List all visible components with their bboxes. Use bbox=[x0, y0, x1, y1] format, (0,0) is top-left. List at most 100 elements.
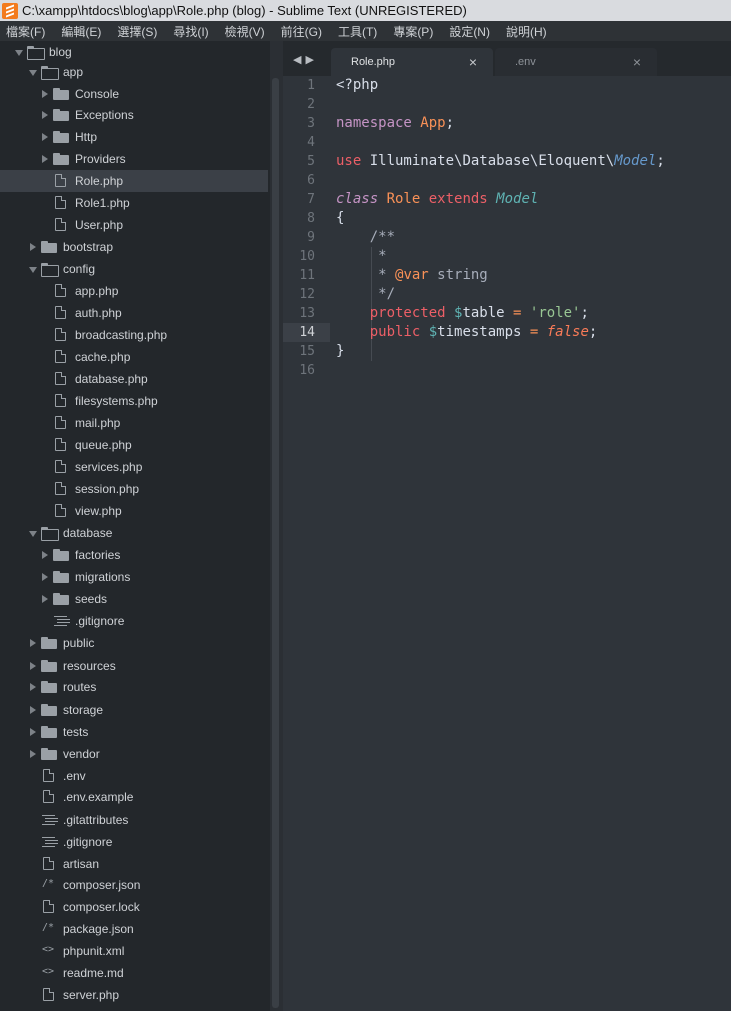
code-line[interactable]: 12 */ bbox=[283, 285, 731, 304]
tree-file[interactable]: services.php bbox=[0, 456, 268, 478]
tree-file[interactable]: /* composer.json bbox=[0, 874, 268, 896]
folder-icon bbox=[53, 109, 69, 121]
code-line[interactable]: 4 bbox=[283, 133, 731, 152]
tree-file[interactable]: database.php bbox=[0, 368, 268, 390]
chevron-right-icon[interactable] bbox=[28, 749, 38, 759]
tree-item-label: package.json bbox=[63, 922, 134, 936]
chevron-down-icon[interactable] bbox=[28, 264, 38, 274]
tree-folder[interactable]: Exceptions bbox=[0, 104, 268, 126]
code-line[interactable]: 16 bbox=[283, 361, 731, 380]
tree-file[interactable]: <> phpunit.xml bbox=[0, 940, 268, 962]
code-line[interactable]: 6 bbox=[283, 171, 731, 190]
tree-folder[interactable]: routes bbox=[0, 676, 268, 698]
chevron-right-icon[interactable] bbox=[40, 594, 50, 604]
code-line[interactable]: 7 class Role extends Model bbox=[283, 190, 731, 209]
chevron-right-icon[interactable] bbox=[28, 727, 38, 737]
code-line[interactable]: 2 bbox=[283, 95, 731, 114]
code-token: \ bbox=[605, 153, 615, 169]
tree-file[interactable]: view.php bbox=[0, 500, 268, 522]
tree-folder[interactable]: storage bbox=[0, 699, 268, 721]
menu-item[interactable]: 工具(T) bbox=[338, 23, 377, 40]
tree-file[interactable]: server.php bbox=[0, 984, 268, 1006]
tree-file[interactable]: .gitattributes bbox=[0, 809, 268, 831]
tree-file[interactable]: Role1.php bbox=[0, 192, 268, 214]
chevron-right-icon[interactable] bbox=[40, 110, 50, 120]
tree-file[interactable]: app.php bbox=[0, 280, 268, 302]
code-line[interactable]: 5 use Illuminate\Database\Eloquent\Model; bbox=[283, 152, 731, 171]
close-tab-icon[interactable]: × bbox=[633, 54, 641, 70]
tree-folder[interactable]: seeds bbox=[0, 588, 268, 610]
tree-folder[interactable]: config bbox=[0, 258, 268, 280]
menu-item[interactable]: 設定(N) bbox=[449, 23, 490, 40]
tree-file[interactable]: User.php bbox=[0, 214, 268, 236]
tree-file[interactable]: Role.php bbox=[0, 170, 268, 192]
tree-folder[interactable]: public bbox=[0, 632, 268, 654]
tree-folder[interactable]: Console bbox=[0, 83, 268, 105]
tree-file[interactable]: .gitignore bbox=[0, 831, 268, 853]
menu-item[interactable]: 檔案(F) bbox=[6, 23, 45, 40]
chevron-down-icon[interactable] bbox=[28, 528, 38, 538]
chevron-right-icon[interactable] bbox=[28, 661, 38, 671]
tree-file[interactable]: queue.php bbox=[0, 434, 268, 456]
menu-item[interactable]: 專案(P) bbox=[393, 23, 433, 40]
tree-file[interactable]: broadcasting.php bbox=[0, 324, 268, 346]
tab-inactive[interactable]: .env × bbox=[495, 48, 657, 76]
tree-file[interactable]: /* package.json bbox=[0, 918, 268, 940]
tree-file[interactable]: .env.example bbox=[0, 786, 268, 808]
tab-active[interactable]: Role.php × bbox=[331, 48, 493, 76]
menu-item[interactable]: 檢視(V) bbox=[225, 23, 265, 40]
tree-folder[interactable]: tests bbox=[0, 721, 268, 743]
tree-file[interactable]: composer.lock bbox=[0, 896, 268, 918]
chevron-right-icon[interactable] bbox=[40, 154, 50, 164]
sidebar-scrollbar[interactable] bbox=[272, 78, 279, 1008]
menu-item[interactable]: 編輯(E) bbox=[61, 23, 101, 40]
code-line[interactable]: 14 public $timestamps = false; bbox=[283, 323, 731, 342]
menu-item[interactable]: 前往(G) bbox=[281, 23, 322, 40]
chevron-down-icon[interactable] bbox=[28, 67, 38, 77]
tab-navigation-arrows-icon[interactable]: ◀▶ bbox=[293, 53, 318, 66]
tree-file[interactable]: artisan bbox=[0, 853, 268, 875]
tree-folder[interactable]: factories bbox=[0, 544, 268, 566]
tree-file[interactable]: cache.php bbox=[0, 346, 268, 368]
code-line[interactable]: 11 * @var string bbox=[283, 266, 731, 285]
tree-file[interactable]: .gitignore bbox=[0, 610, 268, 632]
tree-folder[interactable]: database bbox=[0, 522, 268, 544]
menu-item[interactable]: 選擇(S) bbox=[117, 23, 157, 40]
code-line[interactable]: 8{ bbox=[283, 209, 731, 228]
close-tab-icon[interactable]: × bbox=[469, 54, 477, 70]
chevron-right-icon[interactable] bbox=[40, 572, 50, 582]
code-line[interactable]: 13 protected $table = 'role'; bbox=[283, 304, 731, 323]
chevron-right-icon[interactable] bbox=[40, 89, 50, 99]
menu-item[interactable]: 尋找(I) bbox=[173, 23, 208, 40]
chevron-right-icon[interactable] bbox=[28, 682, 38, 692]
tree-file[interactable]: session.php bbox=[0, 478, 268, 500]
tree-folder[interactable]: Http bbox=[0, 126, 268, 148]
tree-folder[interactable]: Providers bbox=[0, 148, 268, 170]
tree-folder[interactable]: resources bbox=[0, 655, 268, 677]
tree-folder[interactable]: app bbox=[0, 61, 268, 83]
chevron-right-icon[interactable] bbox=[40, 550, 50, 560]
chevron-right-icon[interactable] bbox=[28, 638, 38, 648]
code-line[interactable]: 9 /** bbox=[283, 228, 731, 247]
tree-file[interactable]: <> readme.md bbox=[0, 962, 268, 984]
tree-file[interactable]: mail.php bbox=[0, 412, 268, 434]
code-line[interactable]: 3 namespace App; bbox=[283, 114, 731, 133]
chevron-right-icon[interactable] bbox=[40, 132, 50, 142]
tree-file[interactable]: .env bbox=[0, 765, 268, 787]
chevron-down-icon[interactable] bbox=[14, 47, 24, 57]
code-line[interactable]: 10 * bbox=[283, 247, 731, 266]
tree-file[interactable]: filesystems.php bbox=[0, 390, 268, 412]
tree-folder[interactable]: migrations bbox=[0, 566, 268, 588]
chevron-right-icon[interactable] bbox=[28, 242, 38, 252]
code-view[interactable]: 1 <?php 2 3 namespace App; 4 5 use Illuminate \ D… bbox=[283, 76, 731, 1011]
tree-file[interactable]: auth.php bbox=[0, 302, 268, 324]
code-line[interactable]: 1 <?php bbox=[283, 76, 731, 95]
json-file-icon: /* bbox=[42, 922, 55, 933]
tree-item-label: .gitattributes bbox=[63, 813, 129, 827]
tree-folder[interactable]: vendor bbox=[0, 743, 268, 765]
chevron-right-icon[interactable] bbox=[28, 705, 38, 715]
tree-folder[interactable]: blog bbox=[0, 41, 268, 63]
tree-folder[interactable]: bootstrap bbox=[0, 236, 268, 258]
code-line[interactable]: 15} bbox=[283, 342, 731, 361]
menu-item[interactable]: 說明(H) bbox=[506, 23, 547, 40]
